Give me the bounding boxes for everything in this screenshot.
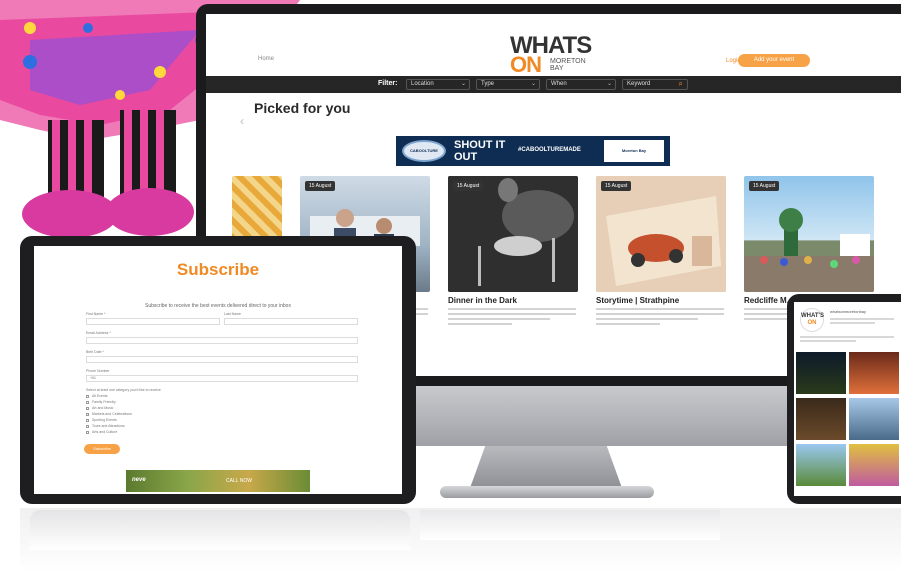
phone-profile-name: whatsonmoretonbay xyxy=(830,309,867,314)
chevron-down-icon: ⌄ xyxy=(606,81,612,87)
when-select-label: When xyxy=(551,81,567,87)
location-select-label: Location xyxy=(411,81,434,87)
search-icon[interactable]: ⌕ xyxy=(679,79,683,88)
banner-badge: CABOOLTURE xyxy=(402,140,446,162)
subscribe-button[interactable]: Subscribe xyxy=(84,444,120,454)
phone-logo-top: WHAT'S xyxy=(801,313,824,319)
interest-checkbox[interactable]: Markets and Celebrations xyxy=(86,412,146,417)
phone-screen: WHAT'S ON whatsonmoretonbay xyxy=(794,302,901,496)
first-name-label: First Name * xyxy=(86,312,106,316)
interest-checkbox[interactable]: Art and Music xyxy=(86,406,146,411)
chevron-down-icon: ⌄ xyxy=(530,81,536,87)
phone-grid-image[interactable] xyxy=(849,352,899,394)
interest-label: Art and Music xyxy=(92,406,114,410)
event-card-image: 15 August xyxy=(596,176,726,292)
interest-label: All Events xyxy=(92,394,108,398)
phone-bio xyxy=(800,336,894,344)
phone-profile-logo[interactable]: WHAT'S ON xyxy=(800,308,824,332)
phone-grid-image[interactable] xyxy=(796,398,846,440)
phone-profile-stats xyxy=(830,318,894,326)
checkbox-icon xyxy=(86,431,89,434)
banner-hashtag: #CABOOLTUREMADE xyxy=(518,147,581,153)
phone-label: Phone Number xyxy=(86,369,110,373)
subscribe-title: Subscribe xyxy=(176,260,260,279)
event-card[interactable]: 15 August Storytime | Strathpine xyxy=(596,176,726,340)
carousel-prev-icon[interactable]: ‹ xyxy=(240,114,244,128)
checkbox-icon xyxy=(86,401,89,404)
monitor-stand xyxy=(470,446,622,488)
checkbox-icon xyxy=(86,419,89,422)
subscribe-description: Subscribe to receive the best events del… xyxy=(145,303,291,309)
filter-label: Filter: xyxy=(378,80,398,87)
monitor-stand-base xyxy=(440,486,654,498)
event-card-image: 15 August xyxy=(744,176,874,292)
interest-label: Family Friendly xyxy=(92,400,116,404)
email-field[interactable] xyxy=(86,337,358,344)
checkbox-icon xyxy=(86,425,89,428)
event-card-title: Redcliffe M... xyxy=(744,296,794,305)
interest-label: Markets and Celebrations xyxy=(92,412,132,416)
phone-field[interactable]: +61 xyxy=(86,375,358,382)
tablet-reflection xyxy=(30,510,410,550)
last-name-field[interactable] xyxy=(224,318,358,325)
phone-grid-image[interactable] xyxy=(796,444,846,486)
interest-checkbox[interactable]: Arts and Culture xyxy=(86,430,146,435)
event-card-date: 15 August xyxy=(305,181,336,191)
interest-checkbox[interactable]: Sporting Events xyxy=(86,418,146,423)
event-card-date: 15 August xyxy=(749,181,780,191)
picked-section-title: Picked for you xyxy=(254,100,351,116)
interest-checkbox[interactable]: Family Friendly xyxy=(86,400,146,405)
first-name-field[interactable] xyxy=(86,318,220,325)
checkbox-icon xyxy=(86,395,89,398)
event-card-text xyxy=(596,308,724,328)
chevron-down-icon: ⌄ xyxy=(460,81,466,87)
phone-grid-image[interactable] xyxy=(849,398,899,440)
site-logo-sub: MORETON BAY xyxy=(550,58,586,72)
banner-partner: Moreton Bay xyxy=(604,140,664,162)
site-header: Home WHATS ON MORETON BAY Login Add your… xyxy=(206,14,901,78)
interest-label: Sporting Events xyxy=(92,418,117,422)
keyword-input[interactable]: Keyword ⌕ xyxy=(622,79,688,90)
interest-label: Arts and Culture xyxy=(92,430,118,434)
add-event-button[interactable]: Add your event xyxy=(738,54,810,67)
phone-logo-bottom: ON xyxy=(807,320,817,326)
interest-prompt: Select at least one category you'd like … xyxy=(86,388,161,392)
email-label: Email Address * xyxy=(86,331,111,335)
type-select[interactable]: Type ⌄ xyxy=(476,79,540,90)
advertisement-banner[interactable]: neve CALL NOW xyxy=(126,470,310,492)
promo-banner[interactable]: CABOOLTURE SHOUT IT OUT #CABOOLTUREMADE … xyxy=(396,136,670,166)
filter-bar: Filter: Location ⌄ Type ⌄ When ⌄ Keyword… xyxy=(206,76,901,93)
banner-headline: SHOUT IT OUT xyxy=(454,139,506,163)
checkbox-icon xyxy=(86,413,89,416)
event-card-title: Storytime | Strathpine xyxy=(596,296,680,305)
event-card-date: 15 August xyxy=(453,181,484,191)
dob-label: Birth Date * xyxy=(86,350,104,354)
event-card-image: 15 August xyxy=(448,176,578,292)
interest-checkbox[interactable]: All Events xyxy=(86,394,146,399)
event-card-text xyxy=(448,308,576,328)
event-card-title: Dinner in the Dark xyxy=(448,296,517,305)
ad-text: CALL NOW xyxy=(226,478,252,484)
interest-label: Tours and Attractions xyxy=(92,424,125,428)
event-card[interactable]: 15 August Dinner in the Dark xyxy=(448,176,578,340)
location-select[interactable]: Location ⌄ xyxy=(406,79,470,90)
dob-field[interactable] xyxy=(86,356,358,363)
phone-grid-image[interactable] xyxy=(796,352,846,394)
ad-logo: neve xyxy=(132,477,146,483)
monitor-reflection xyxy=(420,510,720,540)
interest-checkbox[interactable]: Tours and Attractions xyxy=(86,424,146,429)
when-select[interactable]: When ⌄ xyxy=(546,79,616,90)
nav-home-link[interactable]: Home xyxy=(258,56,274,62)
phone-prefix: +61 xyxy=(90,376,96,380)
phone-grid-image[interactable] xyxy=(849,444,899,486)
keyword-placeholder: Keyword xyxy=(627,81,651,87)
event-card-date: 15 August xyxy=(601,181,632,191)
tablet-screen: Subscribe Subscribe to receive the best … xyxy=(34,246,402,494)
type-select-label: Type xyxy=(481,81,495,87)
site-logo-bottom[interactable]: ON xyxy=(510,52,542,78)
last-name-label: Last Name xyxy=(224,312,241,316)
checkbox-icon xyxy=(86,407,89,410)
